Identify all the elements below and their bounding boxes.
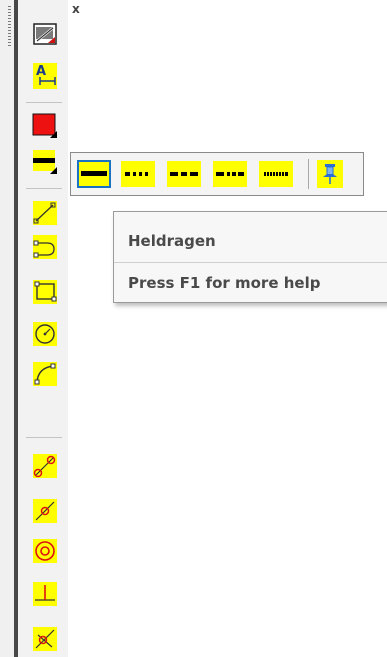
dimension-text-label: A	[36, 64, 46, 79]
line-dashed-icon	[170, 172, 198, 176]
color-button[interactable]	[29, 112, 61, 139]
line-solid-icon	[81, 171, 107, 176]
dimension-text-button[interactable]: A	[29, 62, 61, 89]
tooltip-help-text: Press F1 for more help	[128, 274, 321, 292]
snap-intersection-button[interactable]	[29, 625, 61, 652]
tooltip-divider	[114, 262, 387, 263]
properties-button[interactable]	[29, 20, 61, 47]
snap-intersection-icon	[33, 626, 57, 651]
line-tool-icon	[33, 200, 57, 225]
snap-midpoint-button[interactable]	[29, 497, 61, 524]
tooltip: Heldragen Press F1 for more help	[113, 211, 387, 303]
line-type-popup	[70, 152, 364, 196]
line-type-button[interactable]	[29, 148, 61, 175]
snap-endpoint-button[interactable]	[29, 452, 61, 479]
line-dash-dot-icon	[216, 172, 244, 176]
snap-perpendicular-button[interactable]	[29, 580, 61, 607]
dimension-text-icon: A	[33, 62, 57, 89]
pin-icon	[323, 164, 337, 184]
snap-midpoint-icon	[33, 498, 57, 523]
polyline-tool-button[interactable]	[29, 233, 61, 260]
line-fine-dotted-icon	[264, 172, 288, 176]
arc-tool-icon	[33, 361, 57, 386]
line-fine-dotted-button[interactable]	[259, 161, 293, 187]
snap-center-icon	[33, 538, 57, 563]
rectangle-tool-button[interactable]	[29, 278, 61, 305]
toolbar-separator	[26, 102, 62, 103]
line-dash-dot-button[interactable]	[213, 161, 247, 187]
tooltip-title: Heldragen	[128, 232, 216, 250]
line-type-icon	[33, 149, 57, 174]
line-solid-button[interactable]	[77, 160, 111, 188]
drawing-toolbar: A	[0, 0, 68, 657]
properties-icon	[33, 22, 57, 45]
rectangle-tool-icon	[33, 279, 57, 304]
circle-tool-button[interactable]	[29, 320, 61, 347]
polyline-tool-icon	[33, 234, 57, 259]
pin-button[interactable]	[317, 160, 343, 188]
toolbar-separator	[26, 188, 62, 189]
snap-center-button[interactable]	[29, 537, 61, 564]
toolbar-separator	[26, 437, 62, 438]
arc-tool-button[interactable]	[29, 360, 61, 387]
snap-endpoint-icon	[33, 453, 57, 478]
color-red-icon	[32, 113, 57, 138]
line-tool-button[interactable]	[29, 199, 61, 226]
popup-separator	[308, 159, 309, 189]
line-dotted-icon	[125, 172, 148, 176]
toolbar-grip[interactable]	[8, 6, 11, 46]
toolbar-close-icon[interactable]: x	[72, 3, 80, 15]
circle-tool-icon	[33, 321, 57, 346]
snap-perpendicular-icon	[33, 581, 57, 606]
line-dashed-button[interactable]	[167, 161, 201, 187]
line-dotted-button[interactable]	[121, 161, 155, 187]
